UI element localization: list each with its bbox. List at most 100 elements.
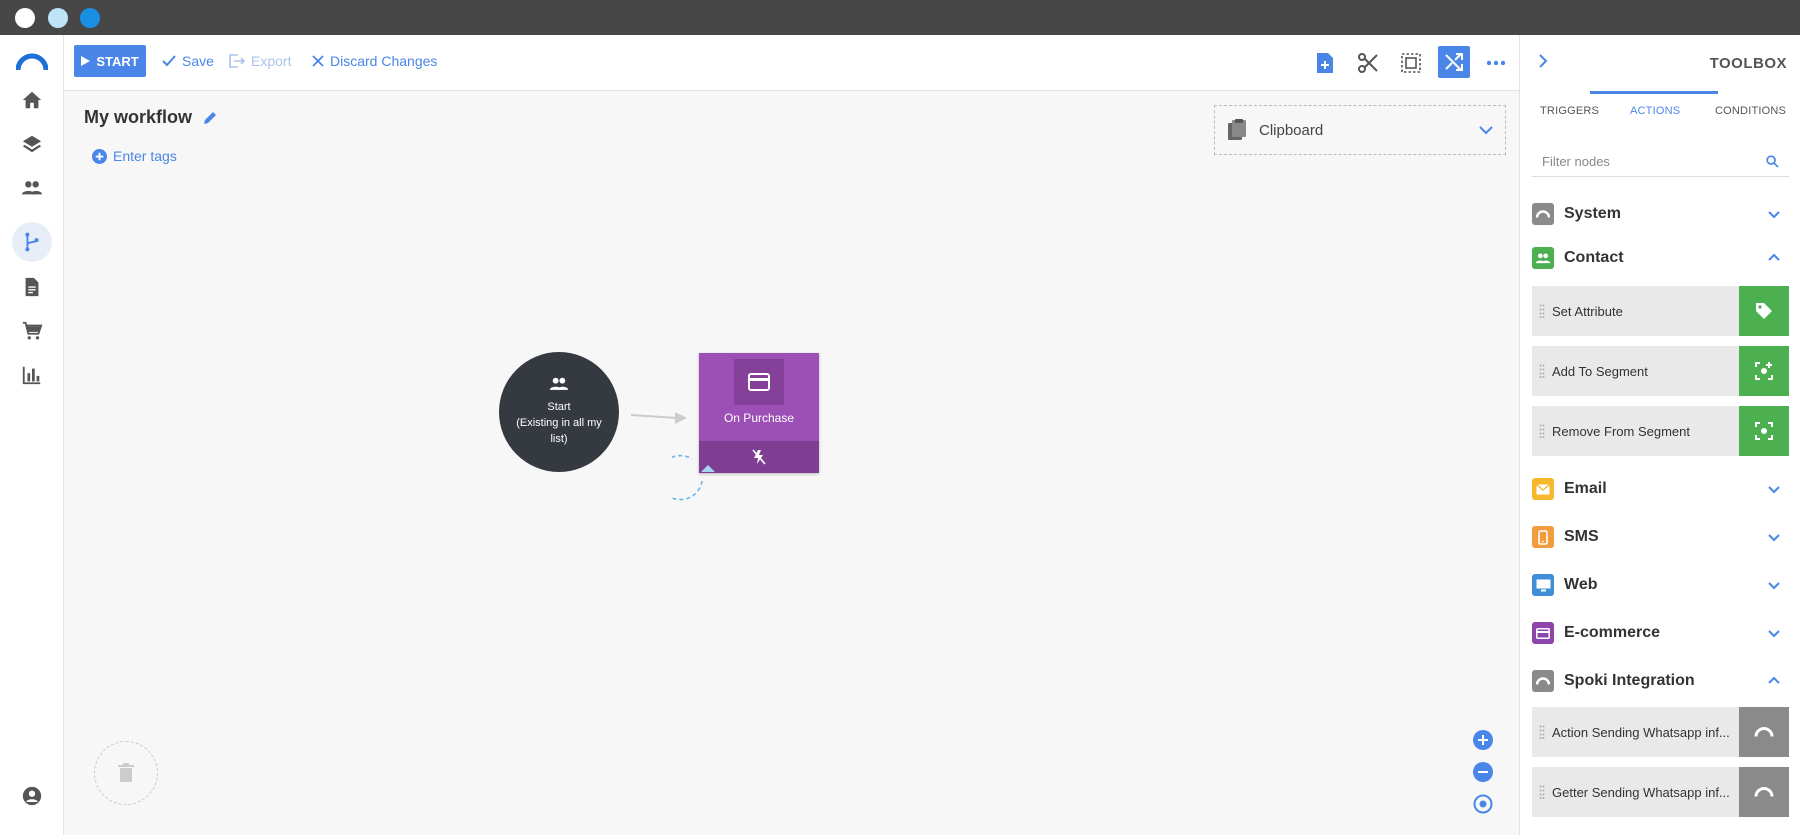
save-button-label: Save [182,53,214,69]
more-horizontal-icon [1486,60,1506,66]
add-circle-icon [92,148,107,164]
category-email[interactable]: Email [1532,469,1789,509]
node-connector-arrow [630,412,687,424]
app-logo-icon[interactable] [16,53,48,71]
drag-handle-icon[interactable] [1532,725,1552,739]
toolbox-node-getter-sending-whatsapp[interactable]: Getter Sending Whatsapp inf... [1532,767,1789,817]
tag-icon [1739,286,1789,336]
clipboard-dropdown[interactable]: Clipboard [1214,105,1506,155]
tab-actions[interactable]: ACTIONS [1630,105,1680,117]
phone-icon [1532,526,1554,548]
branch-icon [25,232,39,252]
chevron-down-icon [1768,486,1780,494]
toolbox-node-remove-from-segment[interactable]: Remove From Segment [1532,406,1789,456]
sidebar-item-contacts[interactable] [12,168,52,208]
drag-handle-icon[interactable] [1532,785,1552,799]
cart-icon [22,321,43,340]
start-button[interactable]: START [74,45,146,77]
cut-button[interactable] [1354,49,1382,77]
category-spoki-integration[interactable]: Spoki Integration [1532,661,1789,701]
category-label: System [1564,205,1621,222]
category-web[interactable]: Web [1532,565,1789,605]
category-label: Spoki Integration [1564,672,1695,689]
drag-handle-icon[interactable] [1532,304,1552,318]
left-sidebar [0,35,64,835]
sidebar-item-workflows[interactable] [12,222,52,262]
loop-connector-icon[interactable] [672,451,732,511]
drag-handle-icon[interactable] [1532,424,1552,438]
purchase-icon-box [734,359,784,405]
card-icon [1532,622,1554,644]
category-label: Web [1564,576,1598,593]
save-button[interactable]: Save [162,45,214,77]
search-icon[interactable] [1766,155,1779,168]
account-icon [22,786,42,806]
recenter-button[interactable] [1472,793,1494,815]
export-button[interactable]: Export [229,45,291,77]
sidebar-item-home[interactable] [12,80,52,120]
window-close-button[interactable] [15,8,35,28]
toolbox-node-add-to-segment[interactable]: Add To Segment [1532,346,1789,396]
trash-icon [118,763,134,782]
home-icon [22,91,42,109]
note-add-icon [1317,53,1333,73]
start-node-title: Start [547,401,571,413]
target-icon [1473,794,1493,814]
check-icon [162,55,176,67]
category-e-commerce[interactable]: E-commerce [1532,613,1789,653]
play-icon [81,56,91,66]
discard-changes-button[interactable]: Discard Changes [312,45,437,77]
window-maximize-button[interactable] [80,8,100,28]
category-system[interactable]: System [1532,194,1789,234]
tab-conditions[interactable]: CONDITIONS [1715,105,1786,117]
filter-nodes-field[interactable] [1532,147,1789,177]
trash-drop-zone[interactable] [94,741,158,805]
document-icon [25,277,39,297]
chevron-up-icon [1768,676,1780,684]
sidebar-item-ecommerce[interactable] [12,311,52,351]
zoom-out-button[interactable] [1472,761,1494,783]
monitor-icon [1532,574,1554,596]
select-area-button[interactable] [1397,49,1425,77]
category-label: Contact [1564,249,1624,266]
more-options-button[interactable] [1482,49,1510,77]
pencil-icon[interactable] [202,110,218,126]
flash-off-icon[interactable] [752,449,766,465]
sidebar-item-reports[interactable] [12,355,52,395]
sidebar-item-layers[interactable] [12,124,52,164]
toolbox-node-action-sending-whatsapp[interactable]: Action Sending Whatsapp inf... [1532,707,1789,757]
category-contact[interactable]: Contact [1532,238,1789,278]
credit-card-icon [748,373,770,391]
zoom-out-icon [1473,762,1493,782]
export-button-label: Export [251,53,292,69]
drag-handle-icon[interactable] [1532,364,1552,378]
envelope-icon [1532,478,1554,500]
segment-add-icon [1739,346,1789,396]
workflow-canvas[interactable]: My workflow Enter tags Clipboard Start (… [64,91,1519,835]
zoom-in-icon [1473,730,1493,750]
arc-icon [1739,767,1789,817]
auto-layout-button[interactable] [1438,46,1470,78]
workflow-title-text: My workflow [84,107,193,127]
start-node-subtitle: (Existing in all my list) [516,417,602,445]
sidebar-item-documents[interactable] [12,267,52,307]
export-icon [229,54,245,68]
start-node[interactable]: Start (Existing in all my list) [499,352,619,472]
toolbox-node-set-attribute[interactable]: Set Attribute [1532,286,1789,336]
collapse-panel-icon[interactable] [1538,53,1548,69]
filter-nodes-input[interactable] [1542,154,1766,169]
category-sms[interactable]: SMS [1532,517,1789,557]
tab-triggers[interactable]: TRIGGERS [1540,105,1599,117]
start-button-label: START [96,53,139,69]
chevron-down-icon [1768,582,1780,590]
workflow-title: My workflow [84,107,218,128]
toolbox-node-label: Getter Sending Whatsapp inf... [1552,784,1730,800]
scissors-icon [1358,53,1378,73]
select-all-icon [1401,53,1421,73]
add-note-button[interactable] [1311,49,1339,77]
window-minimize-button[interactable] [48,8,68,28]
zoom-in-button[interactable] [1472,729,1494,751]
enter-tags-button[interactable]: Enter tags [92,148,177,164]
sidebar-item-account[interactable] [12,776,52,816]
toolbox-node-label: Remove From Segment [1552,423,1690,439]
